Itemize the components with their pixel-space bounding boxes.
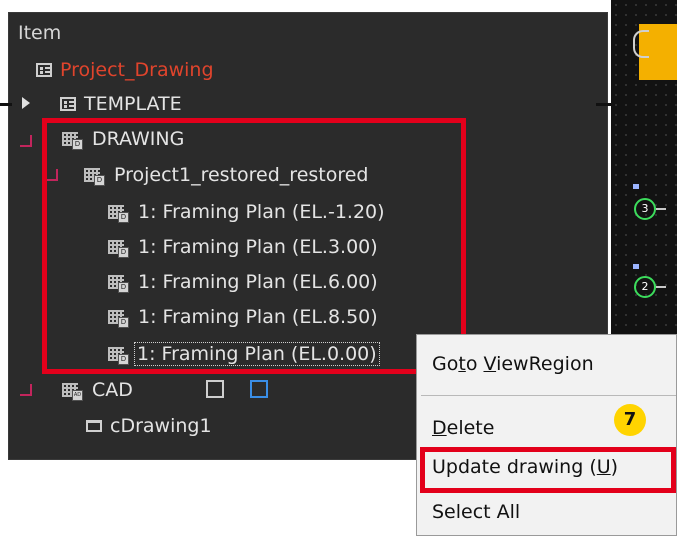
- node-marker-icon: [633, 184, 639, 189]
- tree-item-label: CAD: [92, 379, 133, 401]
- menu-item-delete[interactable]: Delete: [432, 417, 494, 439]
- expand-icon[interactable]: [22, 97, 30, 109]
- folder-icon: [86, 420, 102, 432]
- tree-item-label: Project_Drawing: [60, 59, 214, 81]
- grid-line: [656, 286, 666, 288]
- menu-item-goto-viewregion[interactable]: Goto ViewRegion: [432, 353, 594, 375]
- project-icon: [36, 63, 52, 77]
- template-icon: [60, 97, 76, 111]
- collapse-icon[interactable]: [20, 135, 32, 147]
- collapse-icon[interactable]: [20, 384, 32, 396]
- node-outline: [633, 30, 649, 58]
- grid-node[interactable]: 3: [634, 198, 656, 220]
- tree-item-cdrawing[interactable]: cDrawing1: [86, 410, 212, 442]
- step-badge: 7: [614, 404, 646, 436]
- tree-item-label: TEMPLATE: [84, 93, 182, 115]
- divider: [0, 103, 12, 106]
- context-menu: Goto ViewRegion Delete Update drawing (U…: [416, 334, 677, 536]
- grid-node[interactable]: 2: [634, 276, 656, 298]
- window-icon[interactable]: [250, 380, 268, 398]
- tree-item-label: cDrawing1: [110, 415, 212, 437]
- menu-item-select-all[interactable]: Select All: [432, 501, 520, 523]
- tree-item-cad[interactable]: AD CAD: [62, 374, 133, 406]
- highlight-box: [420, 447, 676, 493]
- panel-icon[interactable]: [206, 380, 224, 398]
- tree-item-project[interactable]: Project_Drawing: [36, 54, 214, 86]
- menu-separator: [421, 395, 676, 396]
- cad-folder-icon: AD: [62, 383, 83, 401]
- tree-item-template[interactable]: TEMPLATE: [60, 88, 182, 120]
- highlight-box: [42, 118, 466, 374]
- node-marker-icon: [633, 264, 639, 269]
- grid-line: [656, 208, 666, 210]
- tree-header: Item: [18, 22, 62, 44]
